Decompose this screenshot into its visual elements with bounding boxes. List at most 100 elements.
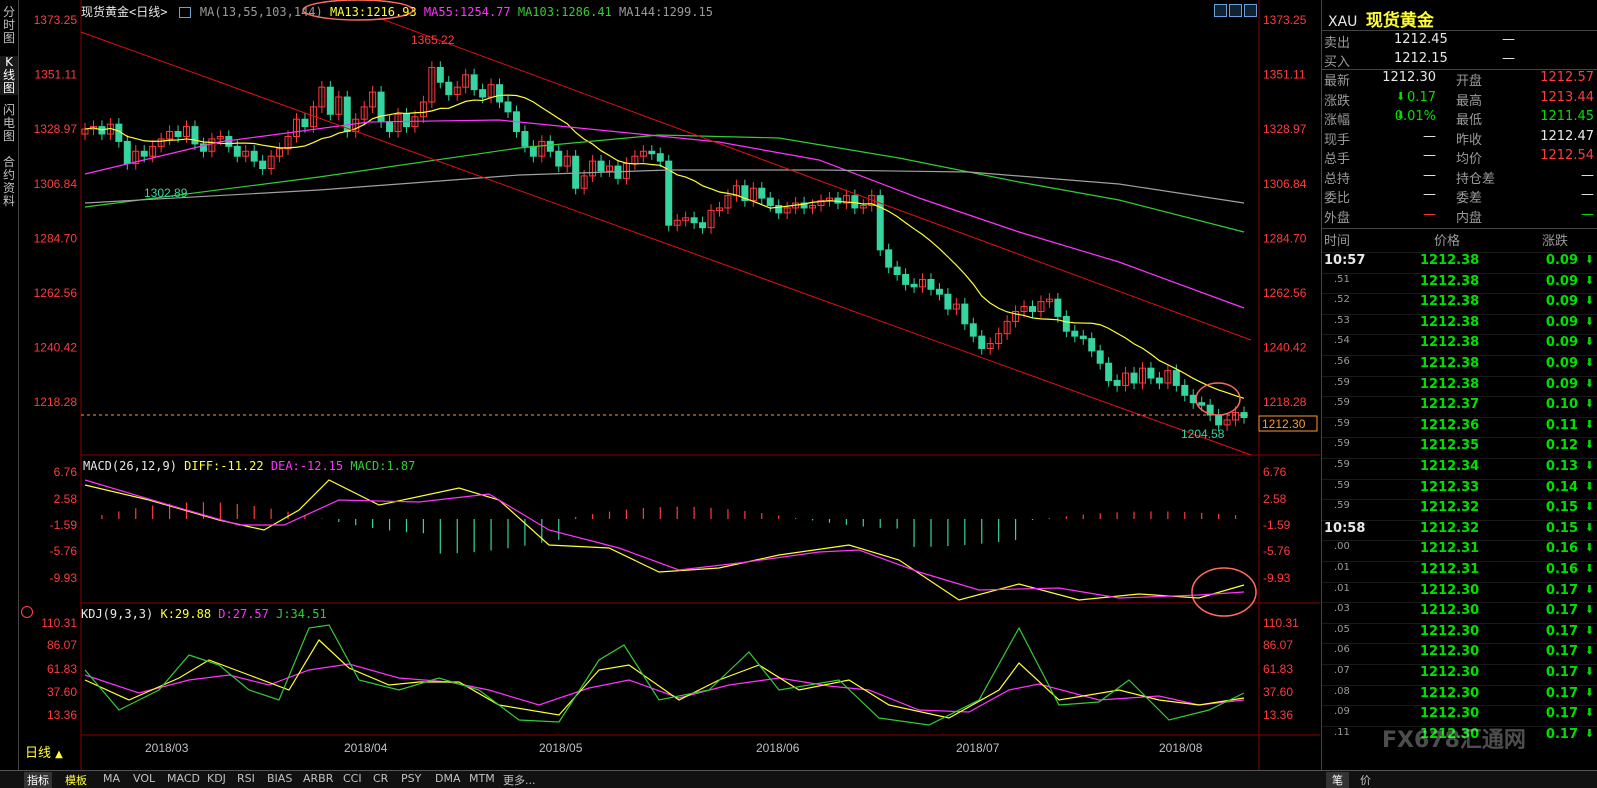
tab-ticks[interactable]: 笔 [1326,772,1349,788]
tab-contract-info[interactable]: 合约资料 [0,156,18,208]
tick-change: 0.17 [1545,685,1578,701]
tick-row[interactable]: .53 1212.38 0.09 ⬇ [1322,313,1597,334]
tab-price-volume[interactable]: 价 [1354,772,1377,788]
tick-change: 0.09 [1545,376,1578,392]
indicator-tab[interactable]: ARBR [300,772,336,785]
tick-row[interactable]: .56 1212.38 0.09 ⬇ [1322,355,1597,375]
tick-row[interactable]: 10:57 1212.38 0.09 ⬇ [1322,252,1597,272]
settings-icon[interactable] [21,606,33,618]
tick-row[interactable]: .59 1212.34 0.13 ⬇ [1322,458,1597,478]
macd-tick-right: 6.76 [1263,465,1287,479]
kdj-j-line [84,624,1245,726]
indicator-tab[interactable]: 更多... [500,772,539,788]
candle-body [174,131,182,137]
quote-row: 买入 1212.15 — [1322,51,1597,70]
tick-row[interactable]: .01 1212.31 0.16 ⬇ [1322,561,1597,581]
indicator-tab[interactable]: VOL [130,772,158,785]
tick-row[interactable]: 10:58 1212.32 0.15 ⬇ [1322,519,1597,540]
indicator-tab[interactable]: PSY [398,772,424,785]
tick-price: 1212.30 [1420,665,1480,680]
tick-row[interactable]: .05 1212.30 0.17 ⬇ [1322,622,1597,643]
tick-row[interactable]: .51 1212.38 0.09 ⬇ [1322,272,1597,293]
indicator-tab[interactable]: CR [370,772,391,785]
indicator-tab[interactable]: MA [100,772,123,785]
candle-body [766,197,774,206]
tick-row[interactable]: .01 1212.30 0.17 ⬇ [1322,581,1597,602]
tick-change: 0.17 [1545,706,1578,722]
tick-row[interactable]: .08 1212.30 0.17 ⬇ [1322,684,1597,705]
tick-time-header: 时间 [1324,234,1351,249]
tick-row[interactable]: .59 1212.35 0.12 ⬇ [1322,437,1597,457]
zoom-in-icon[interactable] [1229,4,1242,17]
candle-body [555,150,563,167]
indicator-tab[interactable]: RSI [234,772,258,785]
indicator-tab[interactable]: MTM [466,772,498,785]
quote-extra: — [1502,51,1515,66]
candle-body [301,118,309,128]
stat-label: 涨幅 [1324,113,1351,128]
candle-body [935,288,943,295]
candle-body [191,126,199,145]
indicator-tab[interactable]: 模板 [62,772,90,788]
indicator-tab[interactable]: 指标 [24,772,52,788]
stat-row: 外盘 — 内盘 — [1322,207,1597,226]
tab-kline[interactable]: K线图 [0,56,18,95]
tick-row[interactable]: .59 1212.38 0.09 ⬇ [1322,375,1597,396]
tick-time: .52 [1334,294,1350,306]
tick-time: .00 [1334,541,1350,553]
tick-row[interactable]: .59 1212.33 0.14 ⬇ [1322,478,1597,499]
stat-value: — [1423,187,1436,202]
tab-flash-chart[interactable]: 闪电图 [0,104,18,143]
tick-row[interactable]: .07 1212.30 0.17 ⬇ [1322,664,1597,684]
tab-timeshare[interactable]: 分时图 [0,6,18,45]
stat-value: — [1423,148,1436,163]
tick-row[interactable]: .59 1212.36 0.11 ⬇ [1322,416,1597,437]
candle-body [1181,384,1189,396]
candle-body [1113,380,1121,386]
arrow-down-icon: ⬇ [1584,273,1594,287]
tick-row[interactable]: .06 1212.30 0.17 ⬇ [1322,643,1597,663]
tick-price: 1212.37 [1420,397,1480,413]
zoom-out-icon[interactable] [1214,4,1227,17]
tick-row[interactable]: .52 1212.38 0.09 ⬇ [1322,293,1597,313]
candle-body [961,303,969,325]
ma55-line [84,119,1245,309]
indicator-tab[interactable]: MACD [164,772,203,785]
arrow-down-icon: ⬇ [1584,335,1594,349]
chart-area[interactable]: 1373.25 1373.25 1351.11 1351.11 1328.97 1328.… [19,0,1320,770]
period-selector[interactable]: 日线 ▲ [25,742,63,761]
tick-header-row: 时间 价格 涨跌 [1322,230,1597,249]
candle-body [521,131,529,147]
candle-body [1062,315,1070,332]
tick-row[interactable]: .00 1212.31 0.16 ⬇ [1322,540,1597,560]
macd-dea: DEA:-12.15 [270,459,344,473]
tick-price: 1212.31 [1420,562,1480,577]
tick-row[interactable]: .54 1212.38 0.09 ⬇ [1322,334,1597,354]
price-pane-header: 现货黄金<日线> MA(13,55,103,144) MA13:1216.93 … [81,3,713,20]
indicator-tab[interactable]: BIAS [264,772,295,785]
candle-body [233,145,241,157]
candle-body [758,187,766,199]
indicator-tab[interactable]: KDJ [204,772,229,785]
price-tick-left: 1240.42 [34,341,78,355]
indicator-tab[interactable]: CCI [340,772,365,785]
stat-value: 1212.47 [1540,128,1594,144]
stat-row: 总手 — 均价 1212.54 [1322,148,1597,167]
maximize-icon[interactable] [1244,4,1257,17]
candle-body [978,335,986,349]
price-tick-right: 1373.25 [1263,13,1307,27]
tick-change: 0.15 [1545,520,1578,536]
kline-chart[interactable]: 1373.25 1373.25 1351.11 1351.11 1328.97 1328.… [19,0,1320,770]
tick-time: .59 [1334,459,1350,470]
macd-dea-line [84,479,1245,599]
tick-change: 0.11 [1545,417,1578,433]
tick-row[interactable]: .59 1212.37 0.10 ⬇ [1322,396,1597,416]
tick-row[interactable]: .59 1212.32 0.15 ⬇ [1322,499,1597,519]
candle-body [496,84,504,103]
arrow-down-icon: ⬇ [1584,665,1594,678]
tick-change: 0.15 [1545,500,1578,516]
macd-diff-line [84,479,1245,601]
tick-row[interactable]: .03 1212.30 0.17 ⬇ [1322,602,1597,622]
tick-price-header: 价格 [1434,234,1461,249]
indicator-tab[interactable]: DMA [432,772,464,785]
